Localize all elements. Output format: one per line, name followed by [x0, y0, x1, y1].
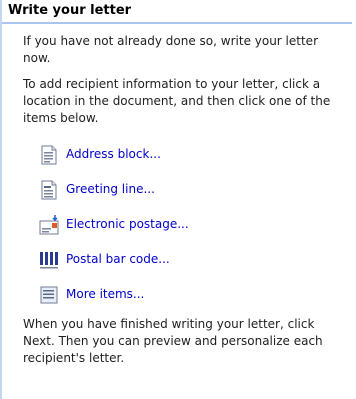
electronic-postage-label: Electronic postage...	[66, 217, 189, 231]
address-block-link[interactable]: Address block...	[23, 141, 346, 168]
footer-text: When you have finished writing your lett…	[23, 317, 323, 365]
section-body: If you have not already done so, write y…	[2, 24, 352, 367]
address-block-icon	[38, 144, 60, 166]
electronic-postage-icon	[38, 214, 60, 236]
greeting-line-link[interactable]: Greeting line...	[23, 176, 346, 203]
item-list: Address block... Greeting line... Electr…	[23, 141, 346, 308]
section-title: Write your letter	[2, 0, 352, 24]
postal-bar-code-link[interactable]: Postal bar code...	[23, 246, 346, 273]
electronic-postage-link[interactable]: Electronic postage...	[23, 211, 346, 238]
greeting-line-icon	[38, 179, 60, 201]
task-pane: Write your letter If you have not alread…	[0, 0, 352, 399]
more-items-link[interactable]: More items...	[23, 281, 346, 308]
more-items-label: More items...	[66, 287, 145, 301]
postal-bar-code-icon	[38, 249, 60, 271]
more-items-icon	[38, 284, 60, 306]
greeting-line-label: Greeting line...	[66, 182, 155, 196]
intro-text: If you have not already done so, write y…	[23, 34, 319, 65]
address-block-label: Address block...	[66, 147, 161, 161]
postal-bar-code-label: Postal bar code...	[66, 252, 170, 266]
instructions-text: To add recipient information to your let…	[23, 77, 331, 125]
